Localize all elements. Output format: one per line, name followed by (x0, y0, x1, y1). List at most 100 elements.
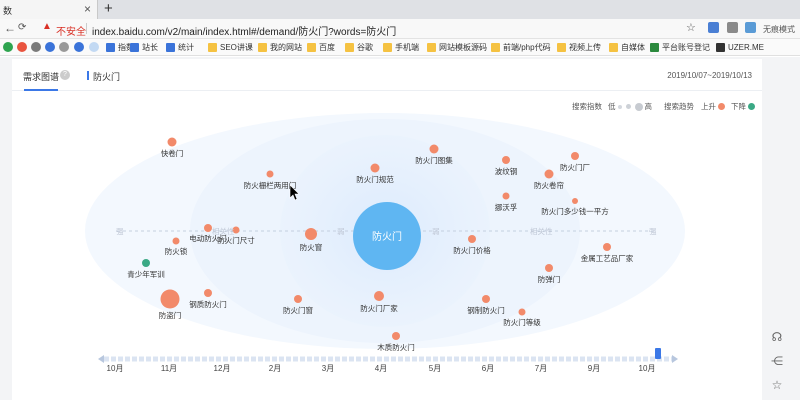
bookmark-item[interactable]: 平台账号登记 (650, 41, 710, 54)
graph-node-label[interactable]: 防火栅栏两用门 (244, 180, 297, 191)
graph-node-label[interactable]: 防火锁 (165, 246, 188, 257)
graph-node[interactable] (204, 289, 212, 297)
graph-node-label[interactable]: 防火门价格 (453, 245, 491, 256)
graph-node-label[interactable]: 防火门规范 (356, 174, 394, 185)
timeline-month-label: 5月 (428, 364, 442, 373)
translate-icon[interactable] (708, 22, 719, 33)
graph-node[interactable] (603, 243, 611, 251)
bookmark-label: UZER.ME (728, 43, 764, 52)
graph-node[interactable] (502, 192, 510, 200)
bookmark-item[interactable]: 手机端 (383, 41, 419, 54)
close-tab-icon[interactable]: × (84, 2, 91, 16)
bookmark-item[interactable]: 前端/php代码 (491, 41, 551, 54)
bookmark-item[interactable]: 自媒体 (609, 41, 645, 54)
graph-node-label[interactable]: 防火门多少钱一平方 (541, 206, 609, 217)
bookmark-item[interactable]: SEO讲课 (208, 41, 253, 54)
graph-node-label[interactable]: 快卷门 (161, 148, 184, 159)
bookmark-label: 前端/php代码 (503, 43, 551, 52)
extension-icon[interactable] (727, 22, 738, 33)
graph-node-label[interactable]: 防火门尺寸 (217, 235, 255, 246)
graph-node[interactable] (172, 237, 180, 245)
folder-icon (609, 43, 618, 52)
browser-window: 数 × + ← ⟳ ▲ 不安全 index.baidu.com/v2/main/… (0, 0, 800, 400)
timeline-right-arrow-icon[interactable] (672, 355, 678, 363)
address-divider (86, 23, 87, 34)
graph-node-label[interactable]: 木质防火门 (377, 342, 415, 353)
graph-node-label[interactable]: 防火窗 (300, 242, 323, 253)
browser-tab[interactable]: 数 × (0, 0, 98, 19)
graph-node-label[interactable]: 钢制防火门 (467, 305, 505, 316)
timeline-left-arrow-icon[interactable] (98, 355, 104, 363)
graph-node-label[interactable]: 防火门等级 (503, 317, 541, 328)
address-bar[interactable]: ▲ 不安全 index.baidu.com/v2/main/index.html… (38, 20, 698, 38)
graph-node[interactable] (429, 144, 439, 154)
graph-node[interactable] (167, 137, 177, 147)
graph-node-label[interactable]: 钢质防火门 (189, 299, 227, 310)
bookmark-item[interactable]: 统计 (166, 41, 194, 54)
reload-icon[interactable]: ⟳ (18, 22, 26, 33)
graph-node-label[interactable]: 防盗门 (159, 310, 182, 321)
app-icon[interactable] (59, 42, 69, 52)
app-icon[interactable] (45, 42, 55, 52)
graph-node[interactable] (266, 170, 274, 178)
graph-node[interactable] (571, 152, 579, 160)
graph-node[interactable] (468, 235, 476, 243)
bookmark-item[interactable]: UZER.ME (716, 41, 764, 54)
bookmark-label: 平台账号登记 (662, 43, 710, 52)
graph-node[interactable] (374, 291, 384, 301)
folder-icon (650, 43, 659, 52)
bookmark-item[interactable]: 谷歌 (345, 41, 373, 54)
graph-node-label[interactable]: 金属工艺品厂家 (581, 253, 634, 264)
graph-node[interactable] (294, 295, 302, 303)
calendar-icon[interactable] (745, 22, 756, 33)
timeline-month-label: 4月 (374, 364, 388, 373)
app-icon[interactable] (17, 42, 27, 52)
app-icon[interactable] (89, 42, 99, 52)
graph-node-label[interactable]: 防火卷帘 (534, 180, 564, 191)
paw-icon (106, 43, 115, 52)
folder-icon (383, 43, 392, 52)
graph-node-label[interactable]: 防火门窗 (283, 305, 313, 316)
bookmark-star-icon[interactable]: ☆ (686, 21, 696, 34)
bookmark-item[interactable]: 网站模板源码 (427, 41, 487, 54)
star-icon[interactable]: ☆ (770, 378, 784, 392)
app-icon[interactable] (3, 42, 13, 52)
graph-node[interactable] (392, 332, 400, 340)
app-icon[interactable] (31, 42, 41, 52)
bookmark-item[interactable]: 我的网站 (258, 41, 302, 54)
bookmarks-bar: 指数 站长 统计 SEO讲课 我的网站 百度 谷歌 手机端 网站模板源码 前端/… (0, 39, 800, 56)
graph-node-label[interactable]: 挪沃孚 (495, 202, 518, 213)
bookmark-item[interactable]: 视频上传 (557, 41, 601, 54)
back-arrow-icon[interactable]: ← (4, 21, 16, 35)
axis-tag-strong-left: 强 (116, 227, 124, 236)
graph-node[interactable] (204, 224, 212, 232)
graph-node[interactable] (544, 169, 554, 179)
url-text[interactable]: index.baidu.com/v2/main/index.html#/dema… (92, 23, 396, 38)
graph-node[interactable] (305, 228, 317, 240)
graph-node-label[interactable]: 防火门厂家 (360, 303, 398, 314)
graph-node-label[interactable]: 波纹钢 (495, 166, 518, 177)
new-tab-icon[interactable]: + (104, 0, 113, 17)
bookmark-item[interactable]: 站长 (130, 41, 158, 54)
graph-node[interactable] (482, 295, 490, 303)
axis-tag-strong-right: 强 (649, 227, 657, 236)
headset-icon[interactable]: ☊ (770, 330, 784, 344)
graph-node[interactable] (370, 163, 380, 173)
graph-node[interactable] (502, 156, 510, 164)
graph-node-label[interactable]: 防火门图集 (415, 155, 453, 166)
timeline-handle[interactable] (655, 348, 661, 359)
page-content: 需求图谱 ? 防火门 2019/10/07~2019/10/13 搜索指数 低 … (0, 57, 800, 400)
bookmark-item[interactable]: 百度 (307, 41, 335, 54)
app-icon[interactable] (74, 42, 84, 52)
graph-node[interactable] (160, 289, 180, 309)
graph-node[interactable] (572, 198, 578, 204)
graph-node[interactable] (518, 308, 526, 316)
graph-node-label[interactable]: 青少年军训 (127, 269, 165, 280)
graph-node[interactable] (142, 259, 150, 267)
graph-node[interactable] (545, 264, 553, 272)
share-icon[interactable]: ⋲ (770, 354, 784, 368)
graph-node-label[interactable]: 防火门厂 (560, 162, 590, 173)
graph-node-label[interactable]: 防弹门 (538, 274, 561, 285)
folder-icon (557, 43, 566, 52)
axis-tag-weak-right: 弱 (432, 227, 440, 236)
